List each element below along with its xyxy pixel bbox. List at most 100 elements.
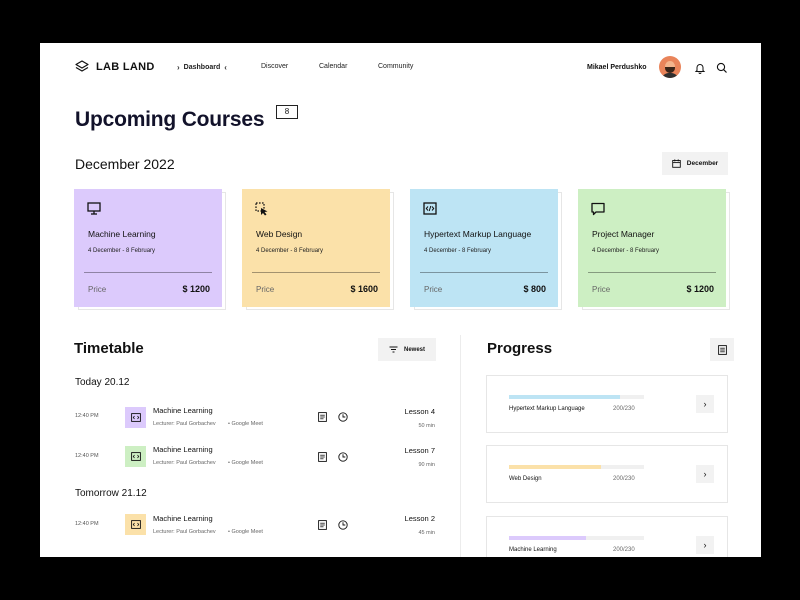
progress-fill — [509, 465, 601, 469]
layers-logo-icon — [75, 60, 89, 74]
course-price: $ 1600 — [350, 284, 378, 294]
app-window: LAB LAND › Dashboard ‹ Discover Calendar… — [40, 43, 761, 557]
progress-fill — [509, 395, 620, 399]
chevron-right-icon: › — [177, 63, 180, 72]
filter-icon — [389, 346, 398, 353]
logo-text: LAB LAND — [96, 61, 155, 73]
search-icon[interactable] — [716, 62, 728, 74]
notes-icon[interactable] — [318, 412, 327, 422]
logo[interactable]: LAB LAND — [75, 60, 155, 74]
row-platform: • Google Meet — [228, 460, 263, 466]
progress-ratio: 200/230 — [613, 476, 635, 482]
progress-report-button[interactable] — [710, 338, 734, 361]
course-dates: 4 December - 8 February — [424, 248, 491, 254]
chevron-right-icon: › — [704, 540, 707, 550]
row-lecturer: Lecturer: Paul Gorbachev — [153, 529, 216, 535]
clock-icon[interactable] — [338, 412, 348, 422]
notes-icon[interactable] — [318, 452, 327, 462]
progress-track — [509, 536, 644, 540]
price-label: Price — [592, 285, 610, 294]
row-duration: 50 min — [375, 423, 435, 429]
open-course-button[interactable]: › — [696, 465, 714, 483]
cursor-select-icon — [255, 202, 269, 216]
row-course-title[interactable]: Machine Learning — [153, 406, 213, 415]
page-title: Upcoming Courses — [75, 108, 264, 132]
sort-label: Newest — [404, 347, 425, 353]
timetable-title: Timetable — [74, 340, 144, 357]
nav-discover[interactable]: Discover — [261, 63, 288, 70]
nav-dashboard-label: Dashboard — [184, 64, 221, 71]
chevron-right-icon: › — [704, 469, 707, 479]
open-course-button[interactable]: › — [696, 395, 714, 413]
course-thumb — [125, 514, 146, 535]
bell-icon[interactable] — [694, 62, 706, 74]
course-dates: 4 December - 8 February — [256, 248, 323, 254]
price-label: Price — [256, 285, 274, 294]
progress-label: Machine Learning — [509, 547, 557, 553]
progress-ratio: 200/230 — [613, 406, 635, 412]
nav-dashboard[interactable]: › Dashboard ‹ — [177, 63, 227, 72]
row-duration: 90 min — [375, 462, 435, 468]
chevron-left-icon: ‹ — [224, 63, 227, 72]
user-name[interactable]: Mikael Perdushko — [587, 64, 647, 71]
course-card[interactable]: Hypertext Markup Language 4 December - 8… — [410, 189, 558, 307]
chat-icon — [591, 202, 605, 216]
code-icon — [131, 452, 141, 461]
row-time: 12:40 PM — [75, 413, 99, 419]
row-lecturer: Lecturer: Paul Gorbachev — [153, 460, 216, 466]
row-lesson: Lesson 4 — [375, 407, 435, 416]
calendar-icon — [672, 159, 681, 168]
sort-newest-button[interactable]: Newest — [378, 338, 436, 361]
divider — [84, 272, 212, 273]
progress-card[interactable]: Machine Learning 200/230 › — [486, 516, 728, 557]
course-thumb — [125, 446, 146, 467]
course-price: $ 1200 — [686, 284, 714, 294]
progress-card[interactable]: Web Design 200/230 › — [486, 445, 728, 503]
code-icon — [131, 520, 141, 529]
course-card[interactable]: Web Design 4 December - 8 February Price… — [242, 189, 390, 307]
month-title: December 2022 — [75, 156, 175, 172]
course-card[interactable]: Machine Learning 4 December - 8 February… — [74, 189, 222, 307]
month-picker-label: December — [687, 160, 718, 167]
row-duration: 45 min — [375, 530, 435, 536]
row-platform: • Google Meet — [228, 421, 263, 427]
price-label: Price — [424, 285, 442, 294]
course-count-badge: 8 — [276, 105, 298, 119]
row-time: 12:40 PM — [75, 453, 99, 459]
progress-label: Web Design — [509, 476, 542, 482]
nav-calendar[interactable]: Calendar — [319, 63, 347, 70]
course-title: Web Design — [256, 229, 302, 239]
monitor-icon — [87, 202, 101, 215]
course-price: $ 1200 — [182, 284, 210, 294]
day-title: Today 20.12 — [75, 377, 130, 388]
course-card[interactable]: Project Manager 4 December - 8 February … — [578, 189, 726, 307]
row-course-title[interactable]: Machine Learning — [153, 445, 213, 454]
row-course-title[interactable]: Machine Learning — [153, 514, 213, 523]
price-label: Price — [88, 285, 106, 294]
clock-icon[interactable] — [338, 452, 348, 462]
notes-icon[interactable] — [318, 520, 327, 530]
divider — [420, 272, 548, 273]
day-title: Tomorrow 21.12 — [75, 488, 147, 499]
code-icon — [131, 413, 141, 422]
row-platform: • Google Meet — [228, 529, 263, 535]
divider — [252, 272, 380, 273]
progress-label: Hypertext Markup Language — [509, 406, 585, 412]
nav-community[interactable]: Community — [378, 63, 413, 70]
row-lesson: Lesson 2 — [375, 514, 435, 523]
course-title: Project Manager — [592, 229, 654, 239]
progress-card[interactable]: Hypertext Markup Language 200/230 › — [486, 375, 728, 433]
code-icon — [423, 202, 437, 215]
course-dates: 4 December - 8 February — [592, 248, 659, 254]
section-divider — [460, 335, 461, 557]
avatar[interactable] — [659, 56, 681, 78]
course-thumb — [125, 407, 146, 428]
progress-title: Progress — [487, 340, 552, 357]
document-icon — [718, 345, 727, 355]
month-picker-button[interactable]: December — [662, 152, 728, 175]
clock-icon[interactable] — [338, 520, 348, 530]
course-price: $ 800 — [523, 284, 546, 294]
row-time: 12:40 PM — [75, 521, 99, 527]
open-course-button[interactable]: › — [696, 536, 714, 554]
chevron-right-icon: › — [704, 399, 707, 409]
